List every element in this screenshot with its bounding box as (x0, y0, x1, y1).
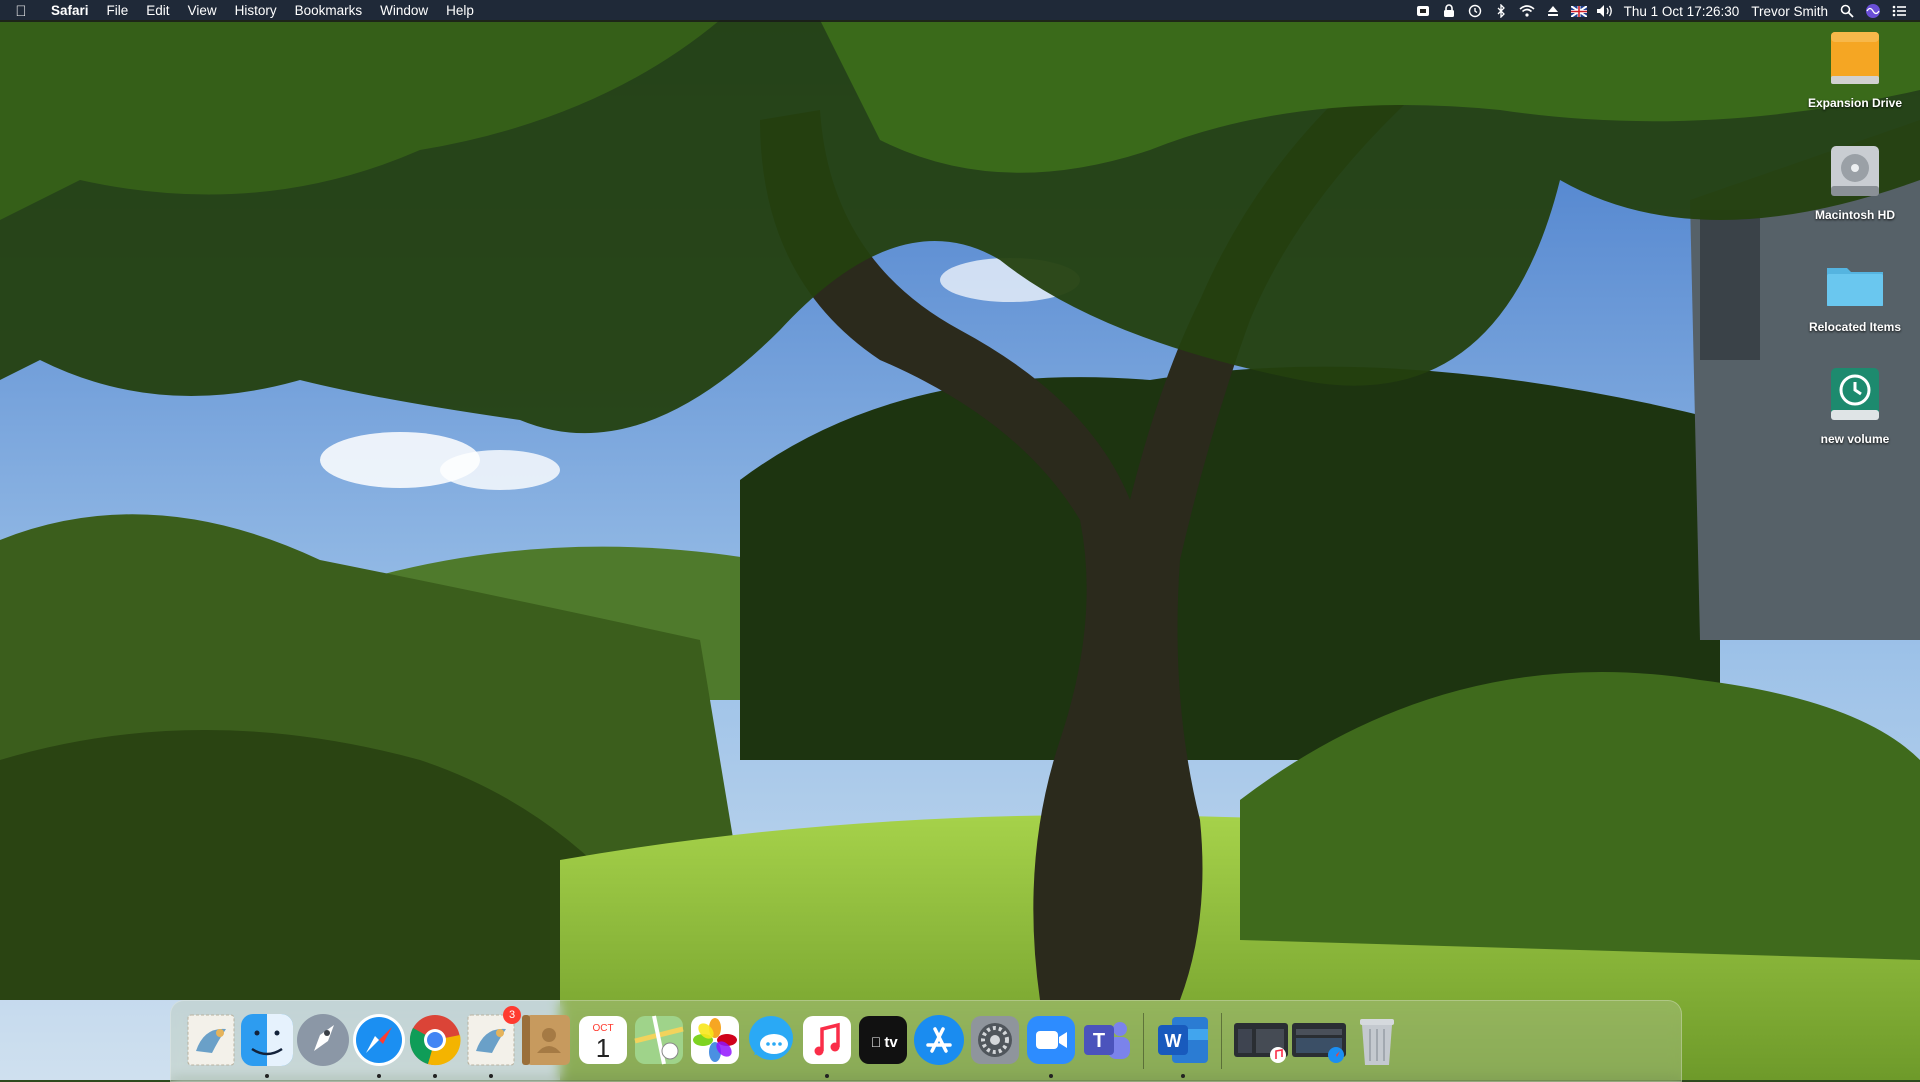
running-indicator (433, 1074, 437, 1078)
dock-item-music[interactable] (797, 1010, 857, 1078)
chrome-icon (409, 1015, 461, 1066)
notification-center-icon[interactable] (1886, 0, 1912, 22)
word-icon: W (1158, 1017, 1208, 1063)
finder-icon (241, 1014, 293, 1066)
desktop-icon-expansion-drive[interactable]: Expansion Drive (1800, 30, 1910, 110)
contacts-icon (522, 1015, 570, 1065)
dock-item-launchpad[interactable] (293, 1010, 353, 1070)
calendar-icon: OCT 1 (579, 1016, 627, 1064)
folder-icon (1825, 254, 1885, 314)
apple-menu-icon[interactable]:  (0, 3, 42, 20)
menubar-user[interactable]: Trevor Smith (1745, 4, 1834, 19)
dock-item-safari[interactable] (349, 1010, 409, 1078)
running-indicator (377, 1074, 381, 1078)
wifi-icon[interactable] (1514, 0, 1540, 22)
dock-item-music-window[interactable] (1231, 1010, 1291, 1070)
dock-item-maps[interactable] (629, 1010, 689, 1070)
spotlight-search-icon[interactable] (1834, 0, 1860, 22)
dock-item-teams[interactable]: T (1077, 1010, 1137, 1070)
menu-help[interactable]: Help (437, 0, 483, 22)
system-preferences-icon (971, 1016, 1019, 1064)
running-indicator (825, 1074, 829, 1078)
dock: 3 OCT 1 tv T W (170, 1000, 1682, 1082)
app-store-icon (914, 1015, 964, 1065)
menu-window[interactable]: Window (371, 0, 437, 22)
menu-bookmarks[interactable]: Bookmarks (286, 0, 372, 22)
maps-icon (634, 1015, 684, 1065)
dock-item-app-store[interactable] (909, 1010, 969, 1070)
time-machine-icon[interactable] (1462, 0, 1488, 22)
dock-item-system-preferences[interactable] (965, 1010, 1025, 1070)
minimized-window-icon (1234, 1023, 1288, 1063)
desktop-icon-macintosh-hd[interactable]: Macintosh HD (1800, 142, 1910, 222)
desktop-icon-label: Expansion Drive (1807, 96, 1903, 110)
bluetooth-icon[interactable] (1488, 0, 1514, 22)
dock-item-mail-dragging[interactable] (181, 1010, 241, 1070)
dock-item-trash[interactable] (1347, 1010, 1407, 1070)
teams-icon: T (1084, 1022, 1130, 1059)
mail-stamp-icon (187, 1014, 235, 1066)
teams-letter: T (1093, 1030, 1105, 1052)
zoom-icon (1027, 1016, 1075, 1064)
dock-separator (1221, 1013, 1222, 1069)
dock-separator (1143, 1013, 1144, 1069)
launchpad-icon (297, 1014, 349, 1066)
menu-app-name[interactable]: Safari (42, 0, 98, 22)
dock-item-tv[interactable]:  tv (853, 1010, 913, 1070)
dock-item-chrome[interactable] (405, 1010, 465, 1078)
desktop-icon-relocated-items[interactable]: Relocated Items (1800, 254, 1910, 334)
eject-icon[interactable] (1540, 0, 1566, 22)
uk-flag-input-icon[interactable] (1566, 0, 1592, 22)
music-icon (803, 1016, 851, 1064)
dock-item-contacts[interactable] (517, 1010, 577, 1070)
calendar-day: 1 (596, 1033, 610, 1063)
volume-icon[interactable] (1592, 0, 1618, 22)
dock-item-messages[interactable] (741, 1010, 801, 1070)
desktop-icon-new-volume[interactable]: new volume (1800, 366, 1910, 446)
external-drive-icon (1825, 30, 1885, 90)
menu-edit[interactable]: Edit (137, 0, 178, 22)
menu-bar:  Safari File Edit View History Bookmark… (0, 0, 1920, 22)
desktop-icon-label: new volume (1820, 432, 1890, 446)
running-indicator (489, 1074, 493, 1078)
photos-icon (691, 1016, 739, 1064)
dock-item-safari-window[interactable] (1289, 1010, 1349, 1070)
dock-item-calendar[interactable]: OCT 1 (573, 1010, 633, 1070)
lock-icon[interactable] (1436, 0, 1462, 22)
menubar-clock[interactable]: Thu 1 Oct 17:26:30 (1618, 4, 1746, 19)
desktop-icon-label: Relocated Items (1808, 320, 1902, 334)
trash-icon (1360, 1019, 1394, 1065)
dock-item-finder[interactable] (237, 1010, 297, 1078)
siri-icon[interactable] (1860, 0, 1886, 22)
apple-tv-icon:  tv (859, 1016, 907, 1064)
menu-history[interactable]: History (226, 0, 286, 22)
minimized-window-icon (1292, 1023, 1346, 1063)
running-indicator (265, 1074, 269, 1078)
running-indicator (1049, 1074, 1053, 1078)
dock-item-word[interactable]: W (1153, 1010, 1213, 1078)
safari-icon (353, 1014, 405, 1066)
tv-label: tv (884, 1034, 898, 1051)
svg-text::  (871, 1034, 882, 1050)
dock-item-photos[interactable] (685, 1010, 745, 1070)
desktop-wallpaper (0, 0, 1920, 1080)
screen-share-icon[interactable] (1410, 0, 1436, 22)
messages-icon (749, 1016, 793, 1060)
menu-file[interactable]: File (98, 0, 138, 22)
dock-item-mail[interactable]: 3 (461, 1006, 521, 1078)
hard-disk-icon (1825, 142, 1885, 202)
time-machine-drive-icon (1825, 366, 1885, 426)
desktop-icon-label: Macintosh HD (1814, 208, 1895, 222)
dock-item-zoom[interactable] (1021, 1010, 1081, 1078)
menu-view[interactable]: View (179, 0, 226, 22)
word-letter: W (1165, 1031, 1182, 1051)
running-indicator (1181, 1074, 1185, 1078)
